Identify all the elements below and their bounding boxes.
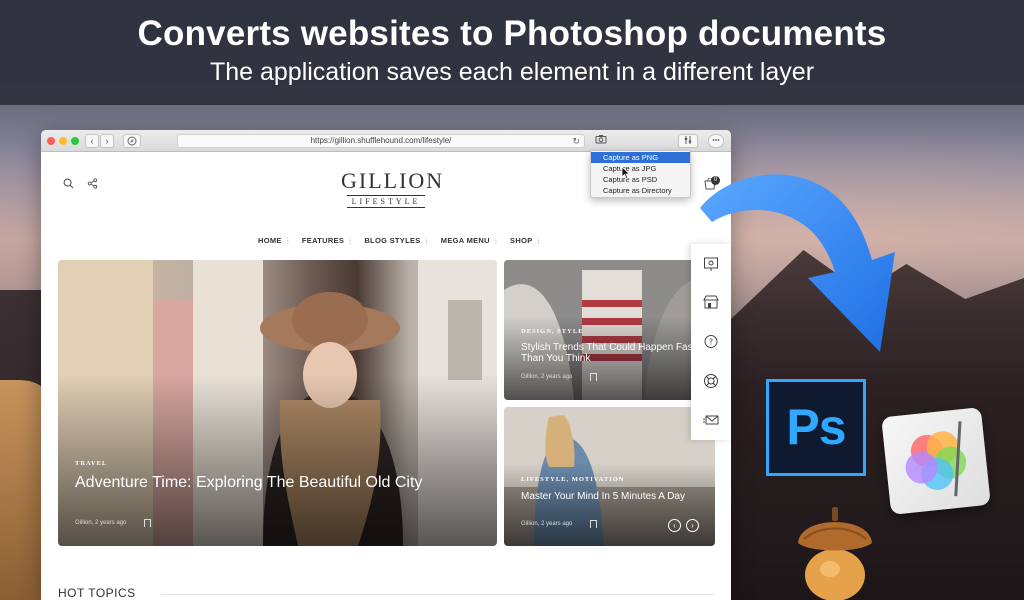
hero-post-card[interactable]: TRAVEL Adventure Time: Exploring The Bea… [58,260,497,546]
more-options-icon[interactable] [708,134,724,148]
capture-png-option[interactable]: Capture as PNG [591,152,690,163]
photoshop-app-icon[interactable]: Ps [766,379,866,476]
next-slide-button[interactable]: › [686,519,699,532]
zoom-window-button[interactable] [71,137,79,145]
prev-slide-button[interactable]: ‹ [668,519,681,532]
capture-menu: Capture as PNG Capture as JPG Capture as… [590,150,691,198]
compass-icon[interactable] [123,134,141,148]
browser-window: ‹ › https://gillion.shufflehound.com/lif… [41,130,731,600]
lifebuoy-icon[interactable] [703,373,719,389]
side-post-card[interactable]: DESIGN, STYLE Stylish Trends That Could … [504,260,715,400]
mail-icon[interactable] [703,412,719,428]
side-post-meta: Gillion, 2 years ago [521,521,573,527]
slider-arrows: ‹ › [668,519,699,532]
pixelmator-flower-icon [905,421,967,497]
url-text: https://gillion.shufflehound.com/lifesty… [310,136,452,145]
side-post-category[interactable]: DESIGN, STYLE [521,328,584,335]
bookmark-icon[interactable] [590,520,597,528]
banner-headline: Converts websites to Photoshop documents [137,14,887,53]
hot-topics-heading: HOT TOPICS [58,586,136,600]
logo-main-text: GILLION [341,168,445,193]
nav-item-features[interactable]: FEATURES [302,236,354,245]
banner-subheadline: The application saves each element in a … [209,58,815,86]
camera-icon[interactable] [592,134,610,148]
capture-psd-option[interactable]: Capture as PSD [591,174,690,185]
web-page: GILLION LIFESTYLE 0 HOME FEATURES BLOG S… [41,152,731,600]
pixelmator-app-icon[interactable] [881,407,991,515]
nav-item-home[interactable]: HOME [258,236,292,245]
mouse-cursor-icon [621,166,631,180]
acorn-app-icon[interactable] [790,505,880,600]
minimize-window-button[interactable] [59,137,67,145]
divider [161,594,715,595]
bookmark-icon[interactable] [144,519,151,527]
nav-item-blog-styles[interactable]: BLOG STYLES [364,236,430,245]
side-post-title[interactable]: Master Your Mind In 5 Minutes A Day [521,491,701,502]
side-post-meta: Gillion, 2 years ago [521,374,573,380]
capture-directory-option[interactable]: Capture as Directory [591,185,690,196]
url-bar[interactable]: https://gillion.shufflehound.com/lifesty… [177,134,585,148]
curved-arrow-icon [700,174,895,352]
hero-category[interactable]: TRAVEL [75,460,107,467]
back-button[interactable]: ‹ [85,134,99,148]
logo-sub-text: LIFESTYLE [347,195,425,208]
site-logo[interactable]: GILLION LIFESTYLE [341,168,445,208]
close-window-button[interactable] [47,137,55,145]
hero-title[interactable]: Adventure Time: Exploring The Beautiful … [75,474,475,492]
side-post-category[interactable]: LIFESTYLE, MOTIVATION [521,476,624,483]
nav-item-shop[interactable]: SHOP [510,236,543,245]
photoshop-label: Ps [786,399,846,455]
side-post-card[interactable]: LIFESTYLE, MOTIVATION Master Your Mind I… [504,407,715,546]
forward-button[interactable]: › [100,134,114,148]
reload-icon[interactable]: ↻ [572,135,580,147]
browser-toolbar: ‹ › https://gillion.shufflehound.com/lif… [41,130,731,152]
nav-item-mega-menu[interactable]: MEGA MENU [441,236,500,245]
capture-jpg-option[interactable]: Capture as JPG [591,163,690,174]
bookmark-icon[interactable] [590,373,597,381]
side-post-title[interactable]: Stylish Trends That Could Happen Faster … [521,342,711,364]
hero-meta: Gillion, 2 years ago [75,520,127,526]
search-icon[interactable] [63,178,74,189]
adjust-icon[interactable] [678,134,698,148]
share-icon[interactable] [87,178,98,189]
main-nav: HOME FEATURES BLOG STYLES MEGA MENU SHOP [258,236,543,245]
promo-banner: Converts websites to Photoshop documents… [0,0,1024,105]
